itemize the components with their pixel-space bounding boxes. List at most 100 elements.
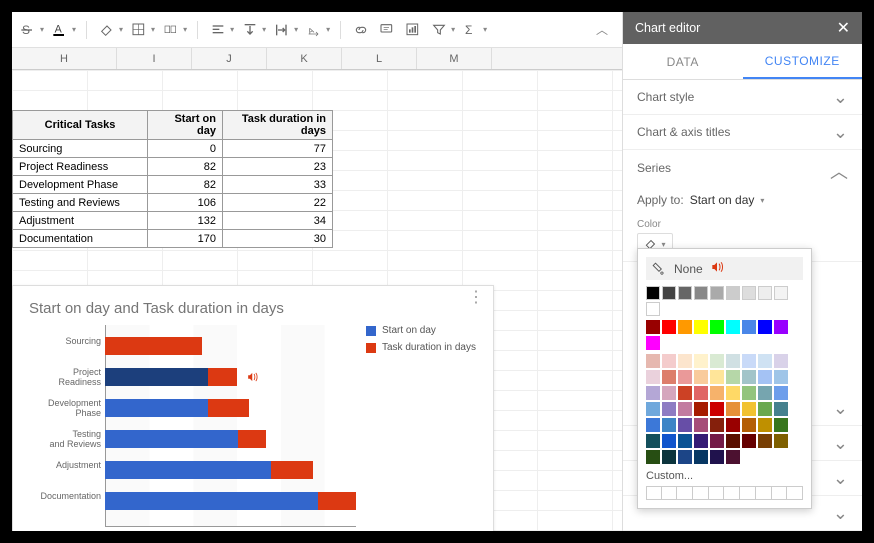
table-cell[interactable]: 106 [148,194,223,212]
custom-color-slot[interactable] [677,486,693,500]
color-swatch[interactable] [726,450,740,464]
text-rotate-icon[interactable]: A [304,20,324,40]
color-swatch[interactable] [678,434,692,448]
bar-row[interactable] [105,430,356,448]
text-color-icon[interactable]: A [50,20,70,40]
color-swatch[interactable] [758,418,772,432]
color-swatch[interactable] [726,286,740,300]
color-swatch[interactable] [646,418,660,432]
table-cell[interactable]: 22 [223,194,333,212]
color-swatch[interactable] [662,286,676,300]
color-swatch[interactable] [758,286,772,300]
custom-color-slot[interactable] [772,486,788,500]
comment-icon[interactable] [377,20,397,40]
wrap-icon[interactable] [272,20,292,40]
custom-color-slot[interactable] [693,486,709,500]
color-swatch[interactable] [758,370,772,384]
color-swatch[interactable] [742,402,756,416]
color-swatch[interactable] [710,286,724,300]
color-swatch[interactable] [774,286,788,300]
color-swatch[interactable] [710,418,724,432]
functions-icon[interactable]: Σ [461,20,481,40]
color-swatch[interactable] [774,418,788,432]
close-icon[interactable]: ✕ [837,18,850,38]
custom-color-slot[interactable] [646,486,662,500]
table-cell[interactable]: 0 [148,140,223,158]
table-cell[interactable]: 82 [148,158,223,176]
color-swatch[interactable] [710,386,724,400]
color-swatch[interactable] [646,354,660,368]
col-m[interactable]: M [417,48,492,69]
col-k[interactable]: K [267,48,342,69]
color-swatch[interactable] [646,402,660,416]
bar-row[interactable] [105,337,356,355]
color-swatch[interactable] [774,370,788,384]
color-swatch[interactable] [662,370,676,384]
table-cell[interactable]: 33 [223,176,333,194]
th-task[interactable]: Critical Tasks [13,111,148,140]
color-swatch[interactable] [742,386,756,400]
col-h[interactable]: H [12,48,117,69]
th-start[interactable]: Start on day [148,111,223,140]
color-swatch[interactable] [726,418,740,432]
col-j[interactable]: J [192,48,267,69]
bar-row[interactable] [105,399,356,417]
color-swatch[interactable] [742,370,756,384]
col-i[interactable]: I [117,48,192,69]
custom-color-slot[interactable] [740,486,756,500]
color-swatch[interactable] [774,354,788,368]
link-icon[interactable] [351,20,371,40]
color-swatch[interactable] [726,386,740,400]
color-swatch[interactable] [646,386,660,400]
table-cell[interactable]: Project Readiness [13,158,148,176]
valign-icon[interactable] [240,20,260,40]
color-swatch[interactable] [662,434,676,448]
color-swatch[interactable] [678,418,692,432]
color-swatch[interactable] [646,450,660,464]
bar-row[interactable] [105,368,356,386]
color-swatch[interactable] [710,354,724,368]
color-swatch[interactable] [694,370,708,384]
color-swatch[interactable] [758,354,772,368]
color-swatch[interactable] [758,320,772,334]
table-cell[interactable]: Testing and Reviews [13,194,148,212]
color-swatch[interactable] [694,354,708,368]
tab-data[interactable]: DATA [623,44,743,79]
col-l[interactable]: L [342,48,417,69]
color-swatch[interactable] [662,418,676,432]
color-swatch[interactable] [710,434,724,448]
custom-color-slot[interactable] [787,486,803,500]
strikethrough-icon[interactable]: S [18,20,38,40]
color-swatch[interactable] [726,370,740,384]
color-swatch[interactable] [678,286,692,300]
table-cell[interactable]: 170 [148,230,223,248]
halign-icon[interactable] [208,20,228,40]
color-swatch[interactable] [694,286,708,300]
color-swatch[interactable] [678,320,692,334]
color-swatch[interactable] [646,370,660,384]
section-series[interactable]: Series︿ [623,150,862,185]
chart-menu-icon[interactable]: ⋮ [468,294,485,302]
color-swatch[interactable] [758,402,772,416]
color-swatch[interactable] [662,402,676,416]
color-swatch[interactable] [646,320,660,334]
color-swatch[interactable] [710,320,724,334]
color-swatch[interactable] [662,354,676,368]
custom-color-slot[interactable] [662,486,678,500]
color-swatch[interactable] [774,402,788,416]
color-swatch[interactable] [726,434,740,448]
color-swatch[interactable] [678,370,692,384]
color-swatch[interactable] [678,402,692,416]
color-swatch[interactable] [726,354,740,368]
table-cell[interactable]: 23 [223,158,333,176]
table-cell[interactable]: 82 [148,176,223,194]
color-swatch[interactable] [710,370,724,384]
table-cell[interactable]: 34 [223,212,333,230]
table-cell[interactable]: 30 [223,230,333,248]
color-swatch[interactable] [758,434,772,448]
custom-color-slot[interactable] [724,486,740,500]
color-swatch[interactable] [694,434,708,448]
filter-icon[interactable] [429,20,449,40]
table-cell[interactable]: 77 [223,140,333,158]
merge-icon[interactable] [161,20,181,40]
